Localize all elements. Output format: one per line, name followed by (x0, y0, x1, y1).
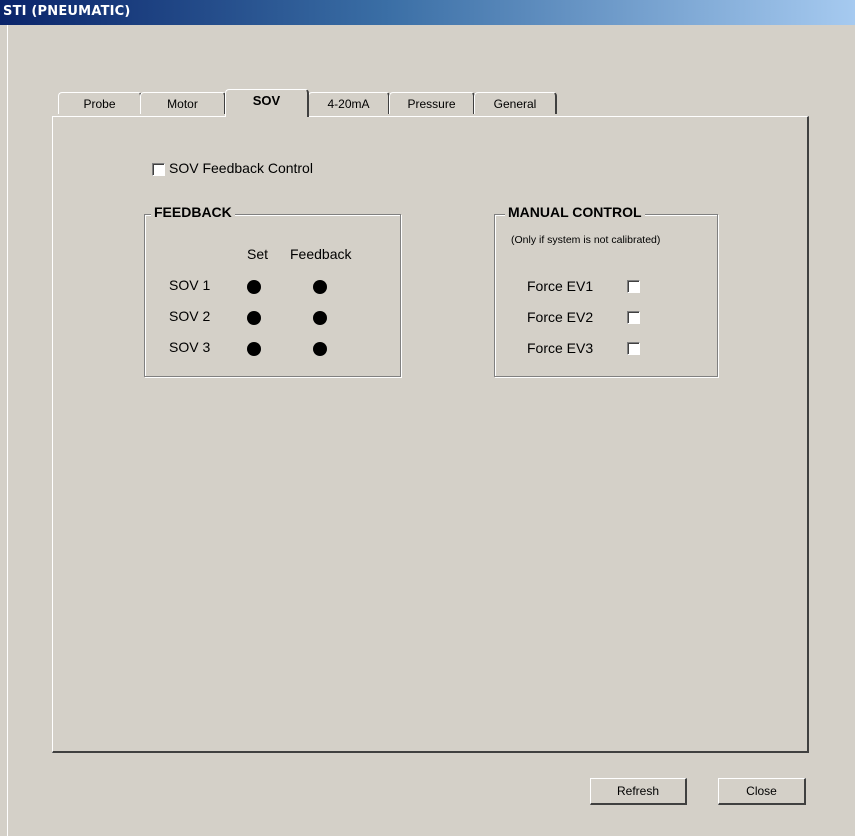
sov-1-label: SOV 1 (169, 277, 211, 293)
feedback-group: FEEDBACK Set Feedback SOV 1 SOV 2 SOV 3 (144, 204, 401, 377)
title-bar: STI (PNEUMATIC) (0, 0, 855, 25)
feedback-col-set: Set (247, 246, 269, 262)
force-ev3-checkbox[interactable] (627, 342, 640, 355)
refresh-button[interactable]: Refresh (590, 778, 687, 805)
sov-3-label: SOV 3 (169, 339, 211, 355)
tab-label: Pressure (407, 97, 456, 111)
tab-probe[interactable]: Probe (58, 92, 142, 114)
tab-pressure[interactable]: Pressure (389, 92, 475, 114)
manual-control-group: MANUAL CONTROL (Only if system is not ca… (494, 204, 718, 377)
sov-2-set-indicator (247, 311, 261, 325)
manual-control-title: MANUAL CONTROL (505, 204, 645, 220)
tab-label: 4-20mA (327, 97, 370, 111)
sov-feedback-control-label: SOV Feedback Control (169, 160, 313, 176)
tab-label: Motor (167, 97, 198, 111)
force-ev1-checkbox[interactable] (627, 280, 640, 293)
sov-tab-panel: SOV Feedback Control FEEDBACK Set Feedba… (52, 116, 809, 753)
force-ev2-checkbox[interactable] (627, 311, 640, 324)
tab-sov[interactable]: SOV (225, 89, 309, 117)
sov-3-feedback-indicator (313, 342, 327, 356)
close-button[interactable]: Close (718, 778, 806, 805)
tab-4-20ma[interactable]: 4-20mA (308, 92, 390, 114)
force-ev1-label: Force EV1 (527, 278, 594, 294)
sov-3-set-indicator (247, 342, 261, 356)
sov-1-feedback-indicator (313, 280, 327, 294)
sov-2-label: SOV 2 (169, 308, 211, 324)
feedback-group-title: FEEDBACK (151, 204, 235, 220)
window-title: STI (PNEUMATIC) (3, 4, 131, 19)
sov-feedback-control-checkbox[interactable] (152, 163, 165, 176)
manual-control-note: (Only if system is not calibrated) (511, 234, 661, 246)
force-ev3-label: Force EV3 (527, 340, 594, 356)
sov-1-set-indicator (247, 280, 261, 294)
tab-label: General (493, 97, 537, 111)
tab-motor[interactable]: Motor (140, 92, 226, 114)
sov-2-feedback-indicator (313, 311, 327, 325)
force-ev2-label: Force EV2 (527, 309, 594, 325)
tab-general[interactable]: General (474, 92, 557, 114)
tab-label: Probe (83, 97, 116, 111)
feedback-col-feedback: Feedback (290, 246, 352, 262)
tab-label: SOV (252, 93, 281, 108)
